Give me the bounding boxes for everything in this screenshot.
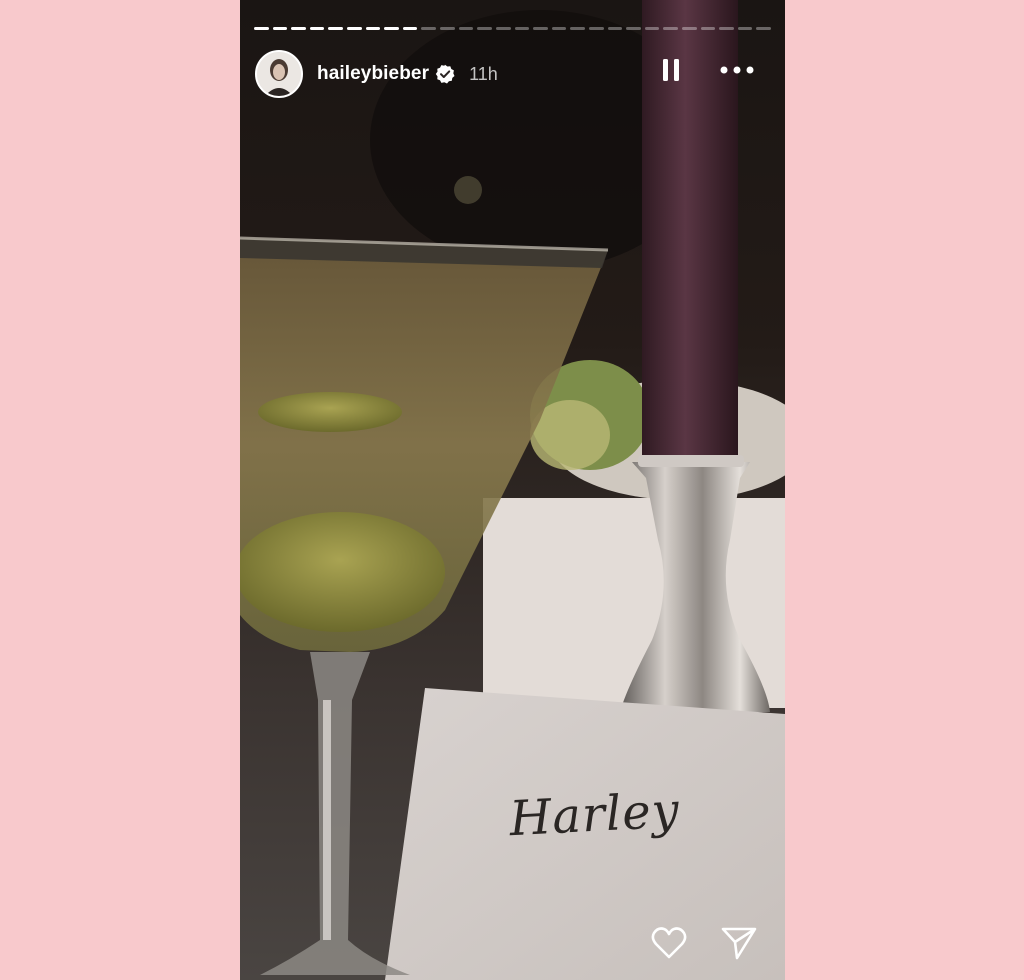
progress-segment	[272, 27, 288, 30]
verified-badge-icon	[435, 64, 455, 84]
progress-segment	[384, 27, 399, 30]
progress-segment	[495, 27, 511, 30]
progress-segment	[477, 27, 492, 30]
place-card-text: Harley	[508, 782, 682, 848]
story-viewer[interactable]: Harley haileybieber 11h	[240, 0, 785, 980]
progress-segment	[458, 27, 474, 30]
pause-icon[interactable]	[661, 58, 681, 82]
heart-icon[interactable]	[651, 926, 687, 960]
progress-segment	[719, 27, 734, 30]
progress-segment	[737, 27, 753, 30]
progress-segment	[533, 27, 548, 30]
header-controls	[661, 58, 755, 82]
progress-segment	[254, 27, 269, 30]
progress-segment	[626, 27, 641, 30]
more-options-icon[interactable]	[719, 58, 755, 82]
progress-segment	[551, 27, 567, 30]
progress-segment	[365, 27, 381, 30]
progress-segment	[570, 27, 585, 30]
progress-segment	[663, 27, 679, 30]
story-header: haileybieber 11h	[255, 50, 770, 98]
progress-segment	[421, 27, 437, 30]
progress-segment	[644, 27, 660, 30]
progress-segment	[588, 27, 604, 30]
avatar-photo	[257, 52, 301, 96]
post-time: 11h	[469, 63, 498, 84]
story-actions	[651, 926, 757, 960]
progress-segment	[756, 27, 772, 30]
progress-segment	[440, 27, 455, 30]
progress-segment	[607, 27, 623, 30]
progress-segment	[700, 27, 716, 30]
progress-segment	[309, 27, 325, 30]
avatar[interactable]	[255, 50, 303, 98]
username[interactable]: haileybieber	[317, 63, 429, 85]
progress-segment	[682, 27, 697, 30]
progress-segment	[291, 27, 306, 30]
progress-segment	[328, 27, 344, 30]
send-icon[interactable]	[721, 926, 757, 960]
progress-segment	[514, 27, 530, 30]
progress-segment	[402, 27, 418, 30]
progress-segment	[347, 27, 362, 30]
story-progress-bar	[254, 27, 772, 30]
